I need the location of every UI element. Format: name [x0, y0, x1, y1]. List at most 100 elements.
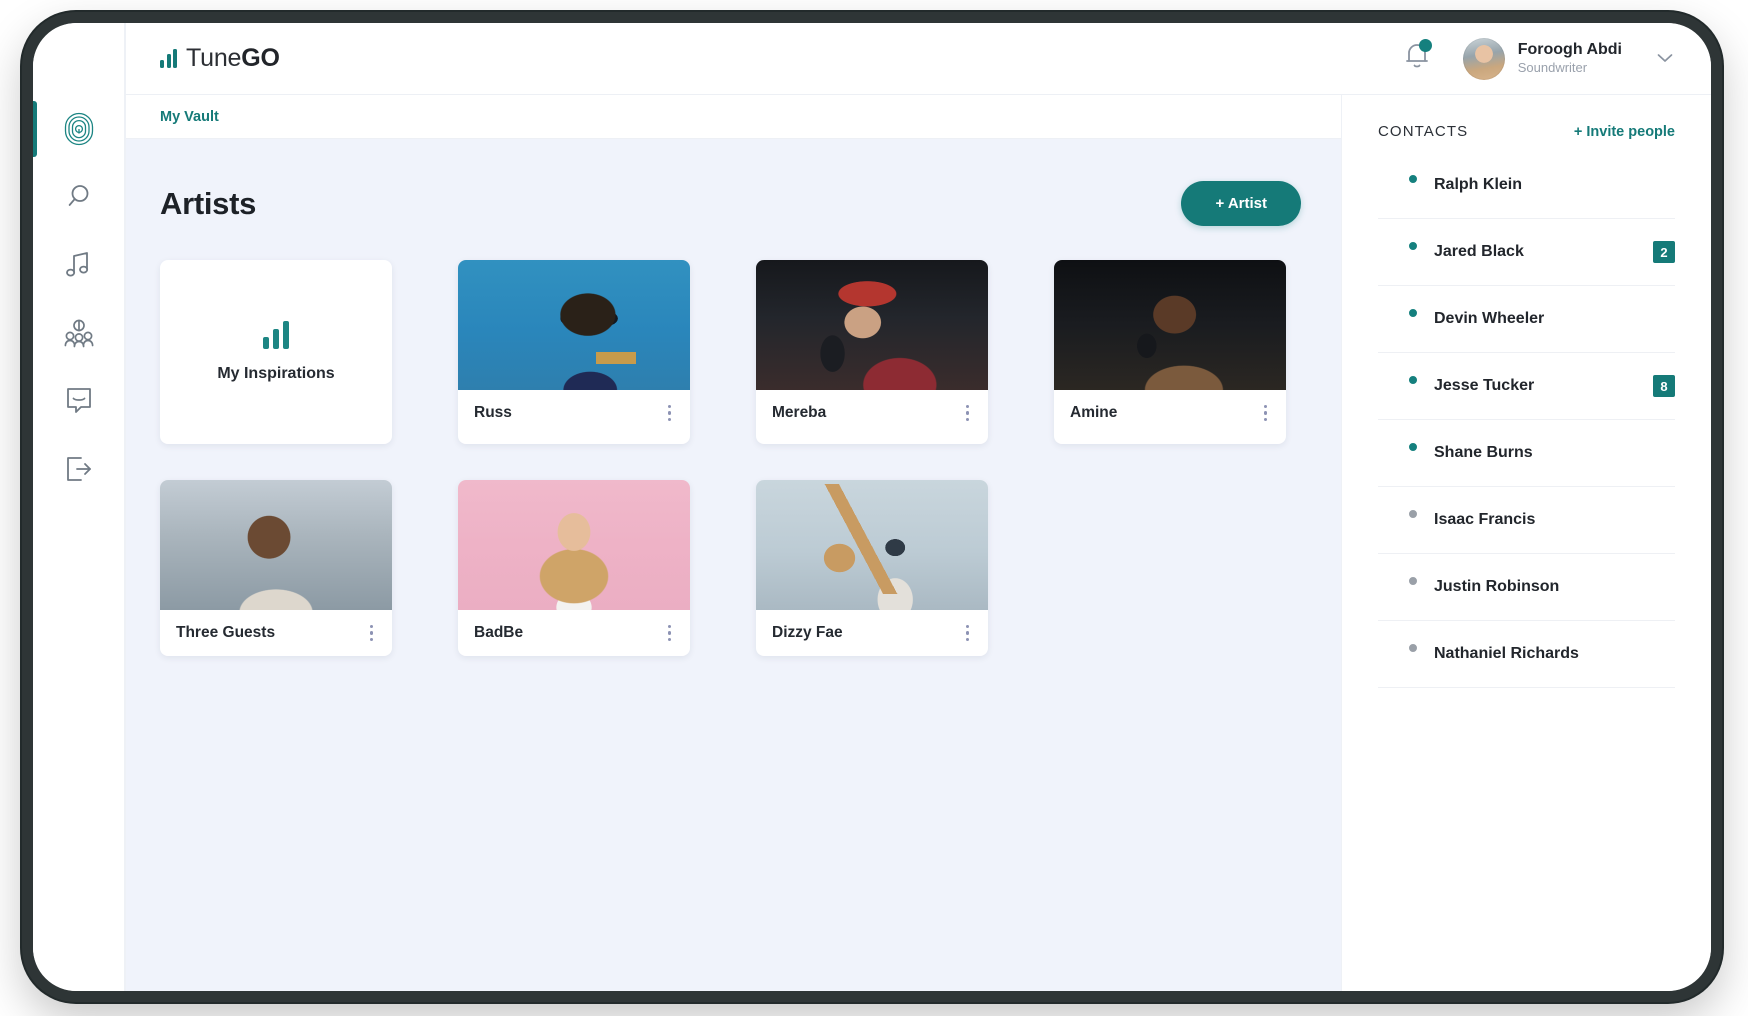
- contact-name: Ralph Klein: [1434, 176, 1523, 193]
- contacts-header: CONTACTS + Invite people: [1378, 123, 1675, 140]
- add-artist-button[interactable]: + Artist: [1181, 181, 1301, 226]
- unread-badge: 2: [1653, 241, 1675, 263]
- sidebar-item-search[interactable]: [33, 163, 124, 231]
- artist-name: Russ: [474, 404, 512, 421]
- user-meta: Foroogh Abdi Soundwriter: [1518, 40, 1622, 76]
- contact-name: Jesse Tucker: [1434, 377, 1535, 394]
- contact-list-item[interactable]: Nathaniel Richards: [1378, 621, 1675, 688]
- active-indicator: [33, 373, 37, 429]
- artist-card[interactable]: Russ: [458, 260, 690, 444]
- artist-thumbnail: [756, 260, 988, 390]
- artist-thumbnail: [756, 480, 988, 610]
- active-indicator: [33, 101, 37, 157]
- app-logo[interactable]: TuneGO: [160, 44, 280, 73]
- artist-card-meta: Amine: [1054, 390, 1286, 436]
- breadcrumb[interactable]: My Vault: [160, 109, 219, 125]
- bar-chart-icon: [263, 321, 289, 349]
- contact-list-item[interactable]: Jared Black 2: [1378, 219, 1675, 286]
- chat-bubble-icon: [65, 386, 93, 416]
- artist-card-meta: BadBe: [458, 610, 690, 656]
- artist-name: Mereba: [772, 404, 827, 421]
- artist-name: Dizzy Fae: [772, 624, 843, 641]
- sidebar-item-logout[interactable]: [33, 435, 124, 503]
- artist-name: Amine: [1070, 404, 1118, 421]
- bell-icon: [1403, 44, 1431, 75]
- artist-thumbnail: [160, 480, 392, 610]
- device-frame: TuneGO Foroogh Abdi Soundwriter My Vault…: [22, 12, 1722, 1002]
- kebab-menu-icon[interactable]: [1261, 399, 1271, 428]
- user-role: Soundwriter: [1517, 60, 1588, 76]
- contact-name: Justin Robinson: [1434, 578, 1560, 595]
- invite-people-link[interactable]: + Invite people: [1574, 124, 1675, 140]
- main-column: My Vault Artists + Artist My Inspiration…: [125, 95, 1341, 991]
- logo-wordmark: TuneGO: [186, 44, 280, 73]
- my-inspirations-label: My Inspirations: [217, 365, 335, 382]
- music-note-icon: [65, 250, 93, 280]
- contact-list-item[interactable]: Devin Wheeler: [1378, 286, 1675, 353]
- artist-card-meta: Russ: [458, 390, 690, 436]
- sidebar-item-people[interactable]: [33, 299, 124, 367]
- status-dot-online: [1407, 173, 1419, 185]
- artist-thumbnail: [458, 260, 690, 390]
- page-title: Artists: [160, 185, 257, 221]
- main-content: Artists + Artist My Inspirations Russ Me…: [126, 139, 1341, 991]
- contacts-title: CONTACTS: [1378, 123, 1469, 140]
- sidebar-item-vault[interactable]: [33, 95, 124, 163]
- contact-list-item[interactable]: Ralph Klein: [1378, 152, 1675, 219]
- search-icon: [64, 182, 94, 212]
- artist-thumbnail: [1054, 260, 1286, 390]
- unread-badge: 8: [1653, 375, 1675, 397]
- status-dot-online: [1407, 307, 1419, 319]
- active-indicator: [33, 169, 37, 225]
- artist-card[interactable]: Amine: [1054, 260, 1286, 444]
- artist-card-meta: Mereba: [756, 390, 988, 436]
- status-dot-online: [1407, 240, 1419, 252]
- contact-name: Devin Wheeler: [1434, 310, 1545, 327]
- app-screen: TuneGO Foroogh Abdi Soundwriter My Vault…: [33, 23, 1711, 991]
- artist-card[interactable]: Dizzy Fae: [756, 480, 988, 656]
- contact-name: Jared Black: [1434, 243, 1524, 260]
- notifications-button[interactable]: [1403, 39, 1432, 76]
- artist-grid: My Inspirations Russ Mereba Amine Three …: [160, 260, 1307, 656]
- kebab-menu-icon[interactable]: [963, 399, 973, 428]
- people-group-icon: [63, 318, 95, 348]
- sidebar-item-messages[interactable]: [33, 367, 124, 435]
- contact-name: Shane Burns: [1434, 444, 1533, 461]
- right-region: TuneGO Foroogh Abdi Soundwriter My Vault…: [125, 23, 1711, 991]
- contacts-panel: CONTACTS + Invite people Ralph Klein Jar…: [1341, 95, 1711, 991]
- kebab-menu-icon[interactable]: [367, 619, 377, 648]
- active-indicator: [33, 441, 37, 497]
- contact-name: Nathaniel Richards: [1434, 645, 1579, 662]
- user-name: Foroogh Abdi: [1517, 41, 1622, 59]
- artist-name: BadBe: [474, 624, 524, 641]
- app-header: TuneGO Foroogh Abdi Soundwriter: [125, 23, 1711, 95]
- artist-card[interactable]: Three Guests: [160, 480, 392, 656]
- active-indicator: [33, 237, 37, 293]
- user-menu[interactable]: Foroogh Abdi Soundwriter: [1462, 37, 1673, 80]
- page-header: Artists + Artist: [160, 181, 1307, 226]
- kebab-menu-icon[interactable]: [665, 399, 675, 428]
- kebab-menu-icon[interactable]: [665, 619, 675, 648]
- kebab-menu-icon[interactable]: [963, 619, 973, 648]
- chevron-down-icon[interactable]: [1657, 50, 1673, 68]
- notification-badge-dot: [1418, 39, 1432, 52]
- active-indicator: [33, 305, 37, 361]
- status-dot-online: [1407, 374, 1419, 386]
- my-inspirations-card[interactable]: My Inspirations: [160, 260, 392, 444]
- sidebar-nav: [33, 23, 125, 991]
- status-dot-offline: [1407, 508, 1419, 520]
- logo-text-light: Tune: [186, 44, 242, 72]
- sidebar-item-music[interactable]: [33, 231, 124, 299]
- logo-text-bold: GO: [241, 44, 280, 72]
- artist-name: Three Guests: [176, 624, 276, 641]
- artist-thumbnail: [458, 480, 690, 610]
- contact-list-item[interactable]: Jesse Tucker 8: [1378, 353, 1675, 420]
- artist-card[interactable]: BadBe: [458, 480, 690, 656]
- artist-card[interactable]: Mereba: [756, 260, 988, 444]
- body-split: My Vault Artists + Artist My Inspiration…: [125, 95, 1711, 991]
- status-dot-offline: [1407, 642, 1419, 654]
- contact-list-item[interactable]: Justin Robinson: [1378, 554, 1675, 621]
- contact-list-item[interactable]: Isaac Francis: [1378, 487, 1675, 554]
- contact-list-item[interactable]: Shane Burns: [1378, 420, 1675, 487]
- logout-icon: [64, 454, 94, 484]
